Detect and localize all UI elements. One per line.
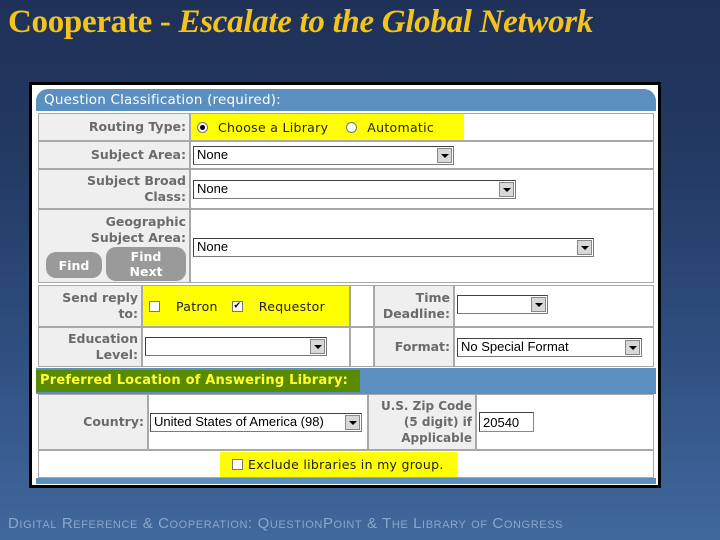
- spacer-cell: [350, 327, 374, 367]
- chevron-down-icon[interactable]: [310, 339, 325, 354]
- subject-broad-class-value: None: [197, 181, 229, 196]
- time-deadline-select[interactable]: [457, 295, 548, 314]
- chevron-down-icon[interactable]: [625, 340, 640, 355]
- checkbox-exclude-group-label[interactable]: Exclude libraries in my group.: [248, 457, 444, 472]
- find-next-line2: Next: [129, 264, 163, 279]
- checkbox-patron[interactable]: [149, 300, 160, 312]
- geographic-subject-area-select[interactable]: None: [193, 238, 594, 257]
- subject-area-label: Subject Area:: [38, 141, 190, 169]
- exclude-group-option: Exclude libraries in my group.: [220, 452, 457, 477]
- send-reply-options: Patron ✔ Requestor: [142, 285, 350, 327]
- education-label-line2: Level:: [95, 347, 138, 362]
- send-reply-label-line1: Send reply: [62, 290, 138, 305]
- slide-title-subtitle: Escalate to the Global Network: [178, 4, 594, 40]
- slide-footer: Digital Reference & Cooperation: Questio…: [8, 515, 564, 532]
- subject-broad-class-label: Subject Broad Class:: [38, 169, 190, 209]
- checkbox-exclude-group[interactable]: [232, 459, 243, 470]
- routing-type-label: Routing Type:: [38, 113, 190, 141]
- radio-automatic-label[interactable]: Automatic: [367, 120, 434, 135]
- chevron-down-icon[interactable]: [499, 182, 514, 197]
- checkbox-requestor-label[interactable]: Requestor: [259, 299, 325, 314]
- chevron-down-icon[interactable]: [437, 148, 452, 163]
- country-label: Country:: [38, 394, 148, 450]
- section-header: Question Classification (required):: [36, 89, 656, 111]
- slide-title: Cooperate - Escalate to the Global Netwo…: [8, 4, 593, 41]
- routing-type-options: Choose a Library Automatic: [191, 114, 464, 140]
- screenshot-frame: Question Classification (required): Rout…: [29, 82, 661, 488]
- education-level-label: Education Level:: [38, 327, 142, 367]
- preferred-location-header: Preferred Location of Answering Library:: [36, 370, 360, 392]
- country-value: United States of America (98): [154, 414, 324, 429]
- subject-area-select[interactable]: None: [193, 146, 454, 165]
- find-next-button[interactable]: Find Next: [106, 247, 186, 281]
- geographic-label-line2: Subject Area:: [90, 230, 186, 245]
- zip-label-line1: U.S. Zip Code: [380, 399, 472, 413]
- time-deadline-label: Time Deadline:: [374, 285, 454, 327]
- format-value: No Special Format: [461, 339, 569, 354]
- subject-area-value: None: [197, 147, 229, 162]
- chevron-down-icon[interactable]: [577, 240, 592, 255]
- routing-type-label-text: Routing Type:: [88, 119, 186, 134]
- zip-code-input[interactable]: [479, 412, 534, 432]
- country-label-text: Country:: [83, 414, 144, 429]
- format-label-text: Format:: [394, 339, 450, 354]
- chevron-down-icon[interactable]: [531, 297, 546, 312]
- format-select[interactable]: No Special Format: [457, 338, 642, 357]
- subject-broad-class-label-line1: Subject Broad: [86, 173, 186, 188]
- send-reply-label-line2: to:: [118, 306, 138, 321]
- spacer-cell: [350, 285, 374, 327]
- find-next-line1: Find: [130, 249, 162, 264]
- radio-choose-library-label[interactable]: Choose a Library: [218, 120, 328, 135]
- form-bottom-bar: [36, 478, 656, 484]
- send-reply-to-label: Send reply to:: [38, 285, 142, 327]
- education-label-line1: Education: [68, 331, 138, 346]
- format-label: Format:: [374, 327, 454, 367]
- time-deadline-label-line2: Deadline:: [382, 306, 450, 321]
- geographic-label-line1: Geographic: [105, 214, 186, 229]
- radio-automatic[interactable]: [346, 121, 358, 133]
- zip-label-line3: Applicable: [401, 431, 472, 445]
- geographic-subject-area-value: None: [197, 239, 229, 254]
- chevron-down-icon[interactable]: [345, 415, 360, 430]
- find-button[interactable]: Find: [46, 252, 102, 278]
- zip-label-line2: (5 digit) if: [403, 415, 472, 429]
- subject-broad-class-select[interactable]: None: [193, 180, 516, 199]
- checkbox-patron-label[interactable]: Patron: [176, 299, 218, 314]
- radio-choose-library[interactable]: [197, 121, 208, 133]
- subject-broad-class-label-line2: Class:: [144, 189, 186, 204]
- checkbox-requestor[interactable]: ✔: [231, 300, 243, 312]
- country-select[interactable]: United States of America (98): [150, 413, 362, 432]
- education-level-select[interactable]: [145, 337, 327, 356]
- subject-area-label-text: Subject Area:: [90, 147, 186, 162]
- slide-title-main: Cooperate -: [8, 4, 179, 40]
- zip-code-label: U.S. Zip Code (5 digit) if Applicable: [368, 394, 476, 450]
- escalation-form: Question Classification (required): Rout…: [32, 85, 658, 485]
- time-deadline-label-line1: Time: [415, 290, 450, 305]
